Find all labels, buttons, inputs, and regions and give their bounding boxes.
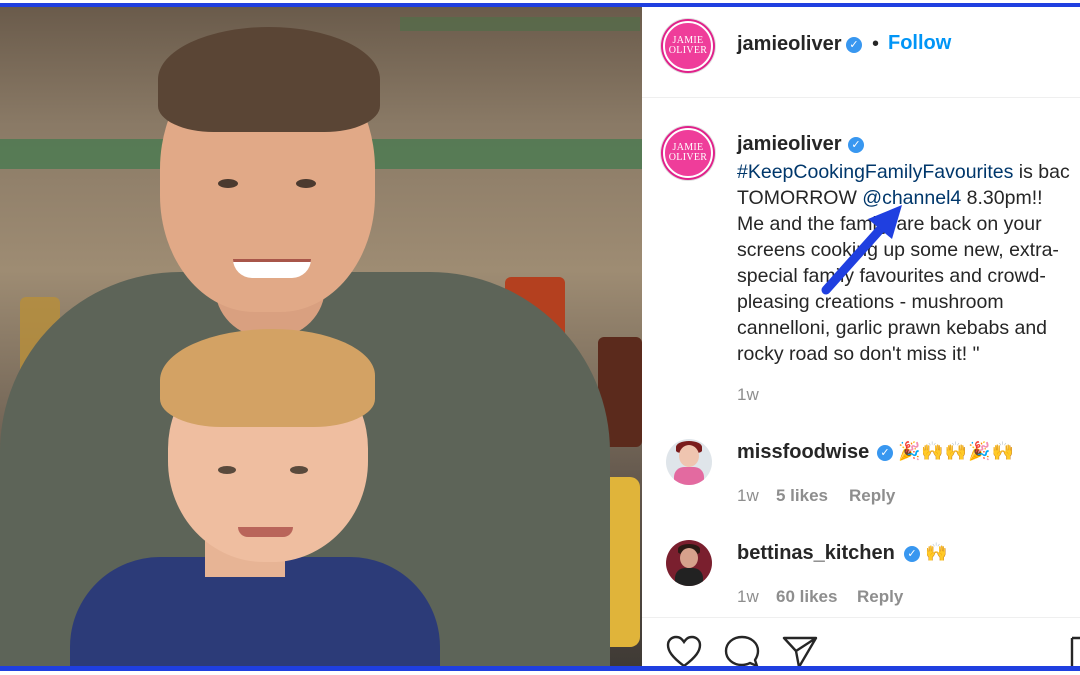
author-avatar-logo: JAMIE OLIVER (663, 128, 713, 178)
highlight-frame-bottom (0, 666, 1080, 671)
boy-mouth (238, 527, 293, 537)
author-username[interactable]: jamieoliver (737, 33, 842, 56)
man-mouth (233, 259, 311, 278)
comment-likes[interactable]: 60 likes (776, 587, 837, 607)
comment-username[interactable]: missfoodwise (737, 441, 869, 464)
author-avatar-logo: JAMIE OLIVER (663, 21, 713, 71)
heart-icon[interactable] (666, 635, 702, 666)
reply-button[interactable]: Reply (857, 587, 903, 607)
man-eye (296, 179, 316, 188)
separator-dot: • (872, 33, 880, 55)
man-eye (218, 179, 238, 188)
header-divider (642, 97, 1080, 98)
verified-badge-icon: ✓ (904, 546, 920, 562)
comment-timestamp[interactable]: 1w (737, 587, 759, 607)
verified-badge-icon: ✓ (846, 37, 862, 53)
caption-author-username[interactable]: jamieoliver (737, 133, 842, 156)
hashtag-link[interactable]: #KeepCookingFamilyFavourites (737, 161, 1013, 183)
post-photo (0, 7, 642, 666)
avatar-face (680, 548, 698, 568)
reply-button[interactable]: Reply (849, 486, 895, 506)
annotation-arrow (821, 205, 902, 295)
actions-divider (642, 617, 1080, 618)
bookmark-icon[interactable] (1070, 635, 1080, 666)
avatar-text: OLIVER (668, 152, 708, 163)
boy-eye (290, 466, 308, 474)
avatar-face (679, 445, 699, 467)
avatar-body (675, 568, 703, 586)
man-hair (158, 27, 380, 132)
caption-timestamp[interactable]: 1w (737, 385, 759, 405)
verified-badge-icon: ✓ (877, 445, 893, 461)
comment-timestamp[interactable]: 1w (737, 486, 759, 506)
comment-username[interactable]: bettinas_kitchen (737, 542, 895, 565)
follow-button[interactable]: Follow (888, 32, 951, 55)
post-side-panel: JAMIE OLIVER jamieoliver ✓ • Follow JAMI… (642, 7, 1080, 666)
boy-eye (218, 466, 236, 474)
share-icon[interactable] (782, 635, 818, 666)
kitchen-shelf-upper (400, 17, 640, 31)
comment-text: 🎉🙌🙌🎉🙌 (898, 441, 1016, 462)
comment-likes[interactable]: 5 likes (776, 486, 828, 506)
author-avatar[interactable]: JAMIE OLIVER (661, 19, 715, 73)
commenter-avatar[interactable] (666, 540, 712, 586)
avatar-body (674, 467, 704, 485)
boy-hair (160, 329, 375, 427)
comment-icon[interactable] (724, 635, 760, 666)
verified-badge-icon: ✓ (848, 137, 864, 153)
caption-author-avatar[interactable]: JAMIE OLIVER (661, 126, 715, 180)
caption-line: cannelloni, garlic prawn kebabs and (737, 317, 1048, 339)
caption-line: is bac (1013, 161, 1070, 183)
commenter-avatar[interactable] (666, 439, 712, 485)
caption-line: rocky road so don't miss it! " (737, 343, 980, 365)
caption-line: 8.30pm!! (961, 187, 1043, 209)
comment-text: 🙌 (925, 542, 949, 563)
highlight-frame-top (0, 3, 1080, 7)
avatar-text: OLIVER (668, 45, 708, 56)
